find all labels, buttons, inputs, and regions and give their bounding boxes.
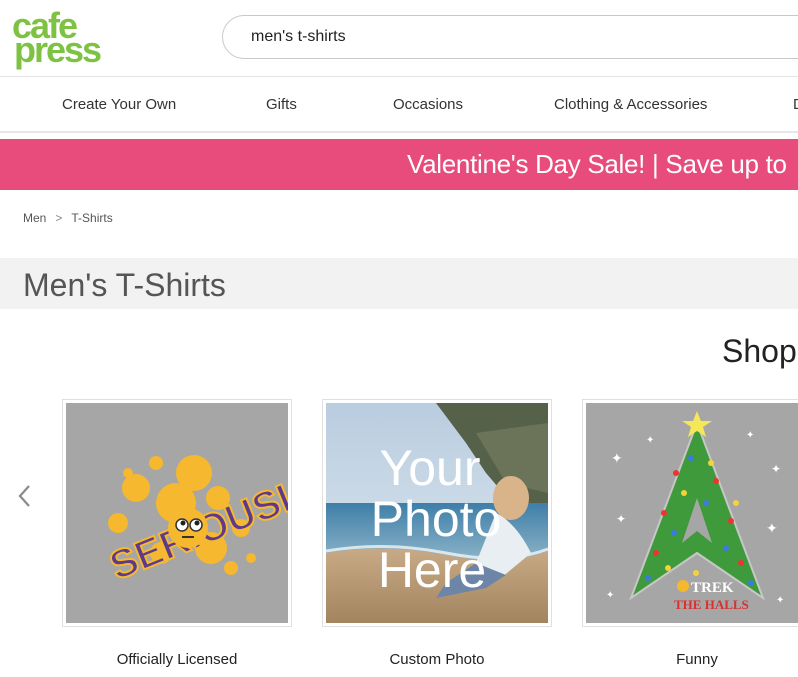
svg-text:✦: ✦ bbox=[646, 435, 654, 446]
artwork-text-here: Here bbox=[378, 542, 486, 598]
artwork-text-trek: TREK bbox=[691, 580, 734, 596]
svg-text:✦: ✦ bbox=[766, 520, 778, 536]
search-box[interactable] bbox=[222, 15, 798, 59]
product-image-seriously-shirt[interactable]: SERIOUSLY bbox=[66, 403, 288, 623]
nav-item-truncated[interactable]: D bbox=[793, 96, 798, 113]
nav-item-occasions[interactable]: Occasions bbox=[393, 96, 463, 113]
shop-heading: Shop bbox=[722, 333, 797, 369]
main-nav: Create Your Own Gifts Occasions Clothing… bbox=[0, 77, 798, 132]
product-card-custom-photo[interactable]: Your Photo Here bbox=[322, 399, 552, 627]
page-title: Men's T-Shirts bbox=[23, 267, 226, 303]
nav-item-gifts[interactable]: Gifts bbox=[266, 96, 297, 113]
svg-text:✦: ✦ bbox=[746, 430, 754, 441]
breadcrumb-item-t-shirts[interactable]: T-Shirts bbox=[71, 211, 112, 225]
artwork-text-photo: Photo bbox=[371, 491, 502, 547]
promo-banner[interactable]: Valentine's Day Sale! | Save up to bbox=[0, 139, 798, 190]
product-image-trek-the-halls[interactable]: ✦ ✦ ✦ ✦ ✦ ✦ ✦ ✦ TREK THE HALLS bbox=[586, 403, 798, 623]
chevron-left-icon[interactable] bbox=[12, 484, 36, 512]
product-card-officially-licensed[interactable]: SERIOUSLY bbox=[62, 399, 292, 627]
svg-text:✦: ✦ bbox=[611, 450, 623, 466]
trek-the-halls-artwork: ✦ ✦ ✦ ✦ ✦ ✦ ✦ ✦ TREK THE HALLS bbox=[586, 403, 798, 623]
chevron-left-glyph bbox=[18, 485, 30, 507]
svg-text:✦: ✦ bbox=[606, 590, 614, 601]
svg-text:✦: ✦ bbox=[771, 462, 781, 476]
card-label-funny[interactable]: Funny bbox=[582, 651, 798, 668]
breadcrumb-item-men[interactable]: Men bbox=[23, 211, 46, 225]
search-input[interactable] bbox=[251, 26, 771, 48]
promo-text: Valentine's Day Sale! | Save up to bbox=[407, 149, 787, 179]
product-image-your-photo-here[interactable]: Your Photo Here bbox=[326, 403, 548, 623]
nav-item-clothing-accessories[interactable]: Clothing & Accessories bbox=[554, 96, 707, 113]
seriously-artwork: SERIOUSLY bbox=[66, 403, 288, 623]
svg-text:✦: ✦ bbox=[776, 595, 784, 606]
artwork-text-your: Your bbox=[379, 440, 480, 496]
site-header: cafe press bbox=[0, 0, 798, 76]
breadcrumb-separator: > bbox=[55, 211, 63, 225]
title-band: Men's T-Shirts bbox=[0, 258, 798, 309]
breadcrumb: Men > T-Shirts bbox=[23, 211, 113, 225]
cafepress-logo[interactable]: cafe press bbox=[12, 6, 108, 68]
custom-photo-artwork: Your Photo Here bbox=[326, 403, 548, 623]
nav-divider bbox=[0, 131, 798, 133]
artwork-text-the-halls: THE HALLS bbox=[674, 597, 749, 612]
product-card-funny[interactable]: ✦ ✦ ✦ ✦ ✦ ✦ ✦ ✦ TREK THE HALLS bbox=[582, 399, 798, 627]
card-label-officially-licensed[interactable]: Officially Licensed bbox=[62, 651, 292, 668]
nav-item-create-your-own[interactable]: Create Your Own bbox=[62, 96, 176, 113]
card-label-custom-photo[interactable]: Custom Photo bbox=[322, 651, 552, 668]
logo-text-press: press bbox=[14, 29, 102, 70]
svg-text:✦: ✦ bbox=[616, 512, 626, 526]
